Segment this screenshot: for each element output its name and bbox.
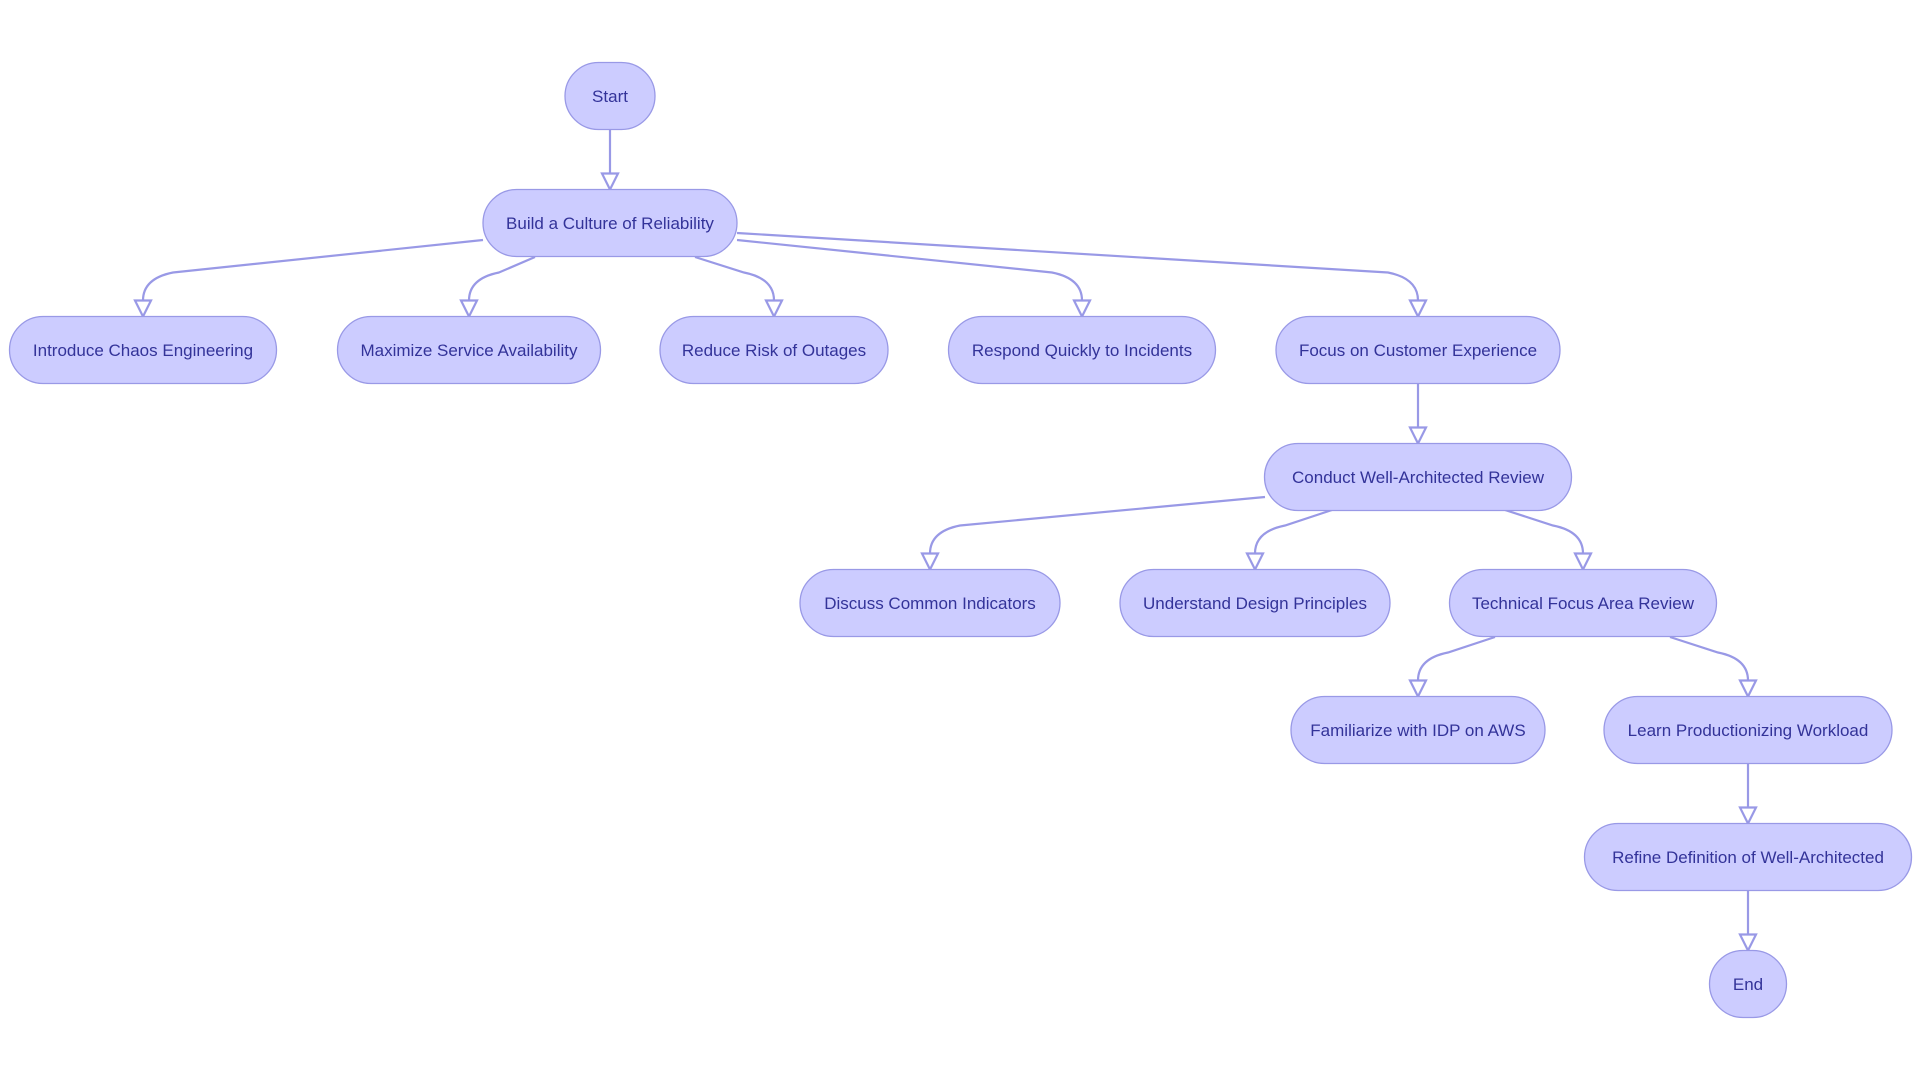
edge-line (736, 231, 1420, 301)
edge-review-to-technical (1504, 508, 1593, 572)
node-technical: Technical Focus Area Review (1448, 568, 1718, 638)
arrowhead-icon (1245, 552, 1265, 572)
node-end: End (1708, 949, 1788, 1019)
node-start: Start (564, 61, 656, 131)
node-build: Build a Culture of Reliability (482, 188, 738, 258)
arrowhead-icon (1072, 299, 1092, 319)
arrowhead-icon (133, 299, 153, 319)
edge-review-to-principles (1245, 508, 1333, 572)
node-label: Maximize Service Availability (361, 341, 578, 360)
node-outages: Reduce Risk of Outages (659, 315, 889, 385)
edge-build-to-outages (694, 255, 784, 319)
edge-build-to-availability (459, 255, 536, 319)
node-label: Reduce Risk of Outages (682, 341, 866, 360)
arrowhead-icon (459, 299, 479, 319)
node-label: Build a Culture of Reliability (506, 214, 714, 233)
arrowhead-icon (600, 172, 620, 192)
node-label: Discuss Common Indicators (824, 594, 1036, 613)
edge-review-to-indicators (920, 495, 1266, 572)
nodes-layer: Start Build a Culture of Reliability Intro… (8, 61, 1913, 1019)
edge-technical-to-idp (1408, 635, 1496, 699)
node-label: Familiarize with IDP on AWS (1310, 721, 1525, 740)
node-availability: Maximize Service Availability (336, 315, 602, 385)
edge-technical-to-workload (1669, 635, 1758, 699)
edges-layer (133, 129, 1758, 953)
arrowhead-icon (920, 552, 940, 572)
node-label: Refine Definition of Well-Architected (1612, 848, 1884, 867)
node-incidents: Respond Quickly to Incidents (947, 315, 1217, 385)
node-customer: Focus on Customer Experience (1275, 315, 1561, 385)
node-label: Respond Quickly to Incidents (972, 341, 1192, 360)
edge-line (1253, 508, 1333, 554)
arrowhead-icon (1408, 426, 1428, 446)
node-idp: Familiarize with IDP on AWS (1290, 695, 1546, 765)
node-label: Technical Focus Area Review (1472, 594, 1695, 613)
edge-line (141, 238, 484, 301)
flowchart-diagram: Start Build a Culture of Reliability Intro… (8, 61, 1913, 1019)
node-review: Conduct Well-Architected Review (1263, 442, 1573, 512)
node-label: End (1733, 975, 1763, 994)
node-principles: Understand Design Principles (1119, 568, 1391, 638)
arrowhead-icon (764, 299, 784, 319)
edge-build-to-customer (736, 231, 1428, 319)
node-label: Understand Design Principles (1143, 594, 1367, 613)
node-label: Introduce Chaos Engineering (33, 341, 253, 360)
edge-line (928, 495, 1266, 554)
edge-build-to-chaos (133, 238, 484, 319)
edge-line (1416, 635, 1496, 681)
node-label: Learn Productionizing Workload (1628, 721, 1869, 740)
edge-start-to-build (600, 129, 620, 192)
edge-line (467, 255, 536, 301)
node-workload: Learn Productionizing Workload (1603, 695, 1893, 765)
edge-customer-to-review (1408, 383, 1428, 446)
arrowhead-icon (1738, 806, 1758, 826)
node-label: Start (592, 87, 628, 106)
edge-workload-to-refine (1738, 763, 1758, 826)
node-chaos: Introduce Chaos Engineering (8, 315, 278, 385)
edge-refine-to-end (1738, 890, 1758, 953)
arrowhead-icon (1408, 679, 1428, 699)
node-indicators: Discuss Common Indicators (799, 568, 1061, 638)
node-label: Conduct Well-Architected Review (1292, 468, 1545, 487)
arrowhead-icon (1408, 299, 1428, 319)
edge-line (1504, 508, 1585, 554)
arrowhead-icon (1738, 679, 1758, 699)
arrowhead-icon (1738, 933, 1758, 953)
node-refine: Refine Definition of Well-Architected (1583, 822, 1913, 892)
edge-line (736, 238, 1084, 301)
arrowhead-icon (1573, 552, 1593, 572)
edge-line (1669, 635, 1750, 681)
edge-line (694, 255, 776, 301)
node-label: Focus on Customer Experience (1299, 341, 1537, 360)
